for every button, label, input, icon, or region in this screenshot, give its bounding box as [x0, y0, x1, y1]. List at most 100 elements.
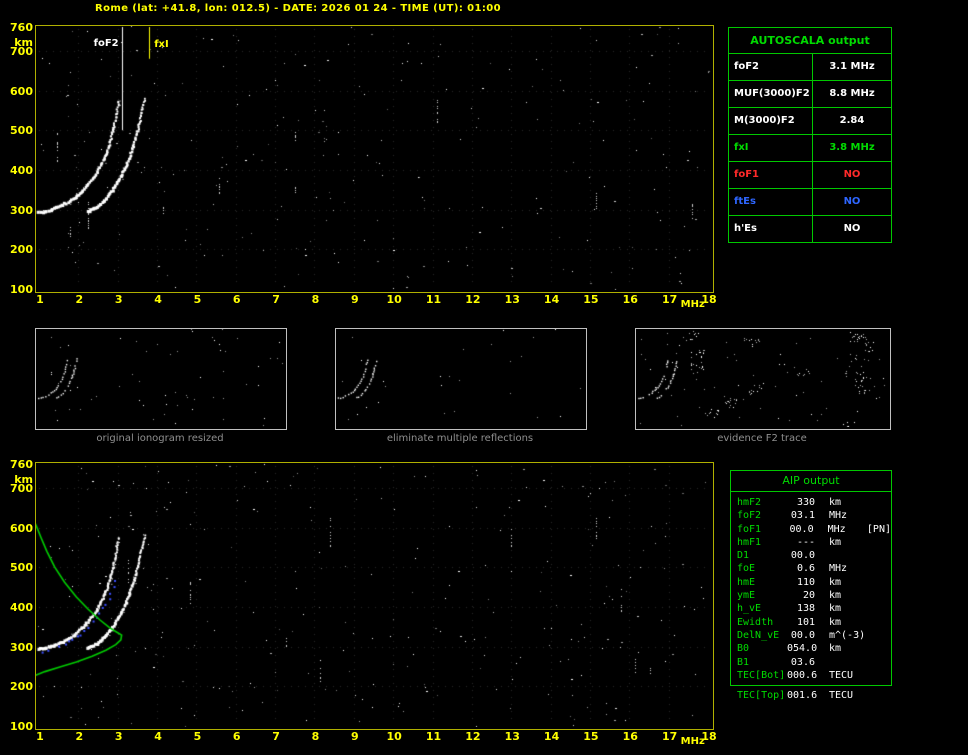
aip-row-value: 101	[796, 616, 815, 628]
x-axis-tick: 8	[311, 293, 320, 306]
x-axis-tick: 7	[272, 730, 280, 743]
aip-row: D1 00.0	[737, 549, 891, 562]
autoscala-row-value: NO	[843, 169, 861, 180]
y-axis-tick: 760	[10, 458, 33, 471]
autoscala-table-rows: foF2 3.1 MHz MUF(3000)F2 8.8 MHz M(3000)F2 2.…	[729, 54, 891, 242]
aip-row-unit: km	[829, 616, 842, 628]
aip-row-value: 03.1	[790, 510, 815, 522]
autoscala-row: foF1 NO	[729, 162, 891, 189]
autoscala-row-label: foF2	[729, 54, 813, 80]
aip-row: hmF2 330 km	[737, 496, 891, 509]
autoscala-row: fxI 3.8 MHz	[729, 135, 891, 162]
aip-row-unit	[829, 549, 869, 562]
x-axis-tick: 10	[386, 293, 402, 306]
thumbnail-reflections-canvas	[336, 329, 584, 427]
aip-row-label: hmE	[737, 576, 756, 588]
autoscala-row: h'Es NO	[729, 216, 891, 242]
aip-row-label: foF2	[737, 510, 762, 522]
autoscala-row: ftEs NO	[729, 189, 891, 216]
x-axis-tick: 11	[425, 293, 442, 306]
x-axis-tick: 17	[661, 730, 678, 743]
fxI-marker-label: fxI	[154, 39, 169, 50]
aip-row: ymE 20 km	[737, 589, 891, 602]
aip-row-unit: MHz	[829, 563, 848, 575]
aip-row-unit: MHz	[827, 523, 846, 535]
aip-row-value: 001.6	[787, 690, 818, 702]
aip-row-value: 00.0	[790, 550, 815, 562]
x-axis-tick: 4	[154, 293, 162, 306]
autoscala-row-value: NO	[843, 196, 861, 207]
x-axis-tick: 6	[232, 293, 241, 306]
aip-row-label: B0	[737, 643, 750, 655]
aip-row: TEC[Top] 001.6 TECU	[737, 689, 892, 702]
autoscala-row: MUF(3000)F2 8.8 MHz	[729, 81, 891, 108]
x-axis-tick: 12	[465, 293, 481, 306]
y-axis-tick: 300	[10, 640, 33, 654]
y-axis-tick: 200	[10, 680, 33, 694]
x-axis-tick: 13	[504, 730, 520, 743]
y-axis-tick: 600	[10, 84, 33, 98]
aip-row-unit: m^(-3)	[829, 629, 866, 641]
thumbnail-multiple-reflections	[335, 328, 587, 430]
x-axis-tick: 14	[543, 293, 560, 306]
autoscala-table-title: AUTOSCALA output	[729, 28, 891, 54]
x-axis-tick: 3	[114, 293, 123, 306]
aip-row-value: 138	[796, 603, 815, 615]
window-title: Rome (lat: +41.8, lon: 012.5) - DATE: 20…	[95, 3, 501, 14]
autoscala-row-label: h'Es	[729, 216, 813, 242]
aip-row: B0 054.0 km	[737, 642, 891, 655]
aip-row-unit: km	[829, 576, 842, 588]
y-axis-tick: 300	[10, 203, 33, 217]
y-axis-unit-label: km	[14, 36, 33, 49]
autoscala-row-value: 3.8 MHz	[829, 142, 875, 153]
aip-table-title: AIP output	[731, 471, 891, 492]
aip-row-note: [PN]	[866, 523, 891, 535]
autoscala-row: foF2 3.1 MHz	[729, 54, 891, 81]
ionogram-top-canvas	[36, 26, 711, 290]
aip-output-table: AIP output hmF2 330 km foF2 03.1 MHz foF1 00.0 M…	[730, 470, 892, 687]
x-axis-tick: 9	[350, 293, 359, 306]
x-axis-tick: 1	[36, 730, 44, 743]
autoscala-row-label: MUF(3000)F2	[729, 81, 813, 107]
autoscala-output-table: AUTOSCALA output foF2 3.1 MHz MUF(3000)F2 8…	[728, 27, 892, 243]
thumbnail-caption-f2: evidence F2 trace	[717, 433, 807, 444]
thumbnail-original-canvas	[36, 329, 284, 427]
aip-row-label: foE	[737, 563, 756, 575]
aip-row: foE 0.6 MHz	[737, 562, 891, 575]
aip-row-label: ymE	[737, 590, 756, 602]
autoscala-row-label: M(3000)F2	[729, 108, 813, 134]
thumbnail-f2-canvas	[636, 329, 888, 427]
x-axis-tick: 9	[350, 730, 359, 743]
aip-row: DelN_vE 00.0 m^(-3)	[737, 629, 891, 642]
x-axis-tick: 1	[36, 293, 44, 306]
thumbnail-caption-original: original ionogram resized	[96, 433, 224, 444]
aip-row-value: ---	[796, 536, 815, 548]
thumbnail-original-ionogram	[35, 328, 287, 430]
aip-row-value: 000.6	[787, 669, 818, 681]
thumbnail-f2-trace	[635, 328, 891, 430]
aip-row-value: 0.6	[796, 563, 815, 575]
aip-row: hmF1 --- km	[737, 536, 891, 549]
autoscala-row: M(3000)F2 2.84	[729, 108, 891, 135]
x-axis-tick: 6	[232, 730, 241, 743]
x-axis-tick: 13	[504, 293, 520, 306]
x-axis-unit-label: MHz	[680, 736, 705, 747]
x-axis-tick: 7	[272, 293, 280, 306]
autoscala-row-label: fxI	[729, 135, 813, 161]
aip-row: TEC[Bot] 000.6 TECU	[737, 669, 891, 682]
aip-row-label: hmF2	[737, 497, 762, 508]
x-axis-tick: 5	[193, 293, 202, 306]
y-axis-tick: 500	[10, 561, 33, 575]
x-axis-tick: 14	[543, 730, 560, 743]
x-axis-tick: 17	[661, 293, 678, 306]
aip-output-panel: AIP output hmF2 330 km foF2 03.1 MHz foF1 00.0 M…	[730, 470, 892, 702]
x-axis-tick: 5	[193, 730, 202, 743]
x-axis-tick: 8	[311, 730, 320, 743]
autoscala-row-value: 3.1 MHz	[829, 61, 875, 72]
aip-row-value: 20	[802, 590, 815, 602]
ionogram-top-plot: foF2 fxI 760 700 600 500 400 300 200 100 km 1 2 3 4 5…	[10, 22, 717, 311]
x-axis-tick: 12	[465, 730, 481, 743]
aip-row-unit: km	[829, 603, 842, 615]
aip-row-label: B1	[737, 656, 750, 668]
aip-row: hmE 110 km	[737, 576, 891, 589]
